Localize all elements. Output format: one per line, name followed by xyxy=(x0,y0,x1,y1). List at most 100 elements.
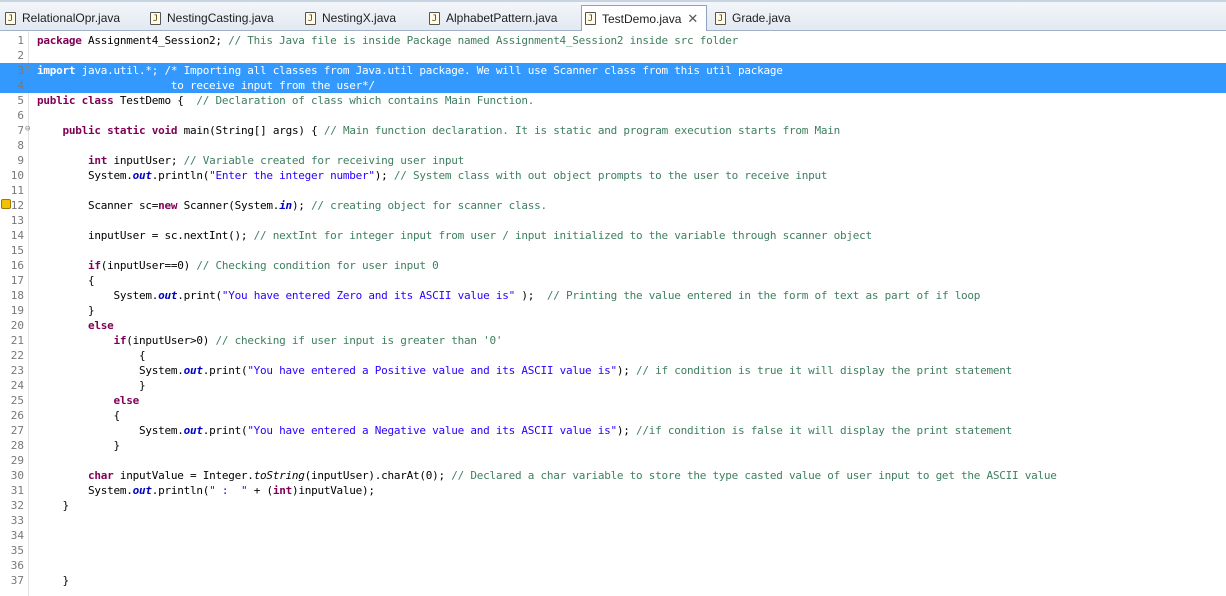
tab-label: NestingCasting.java xyxy=(167,11,274,25)
code-line[interactable]: 30 char inputValue = Integer.toString(in… xyxy=(0,468,1226,483)
code-token: } xyxy=(37,439,120,452)
code-token: out xyxy=(158,289,178,302)
close-tab-icon[interactable]: ✕ xyxy=(687,11,698,27)
code-line[interactable]: 26 { xyxy=(0,408,1226,423)
code-text: System.out.print("You have entered a Pos… xyxy=(37,363,1012,378)
code-line[interactable]: 21 if(inputUser>0) // checking if user i… xyxy=(0,333,1226,348)
code-line[interactable]: 22 { xyxy=(0,348,1226,363)
code-line[interactable]: 29 xyxy=(0,453,1226,468)
code-line[interactable]: 20 else xyxy=(0,318,1226,333)
code-line[interactable]: 32 } xyxy=(0,498,1226,513)
code-line[interactable]: 25 else xyxy=(0,393,1226,408)
code-token: // checking if user input is greater tha… xyxy=(215,334,503,347)
code-line[interactable]: 4 to receive input from the user*/ xyxy=(0,78,1226,93)
code-token: } xyxy=(37,379,146,392)
code-editor[interactable]: 1 package Assignment4_Session2; // This J… xyxy=(0,31,1226,596)
code-token: char xyxy=(87,469,114,482)
code-line[interactable]: 13 xyxy=(0,213,1226,228)
tab-relationalopr-java[interactable]: J RelationalOpr.java xyxy=(2,6,140,30)
code-line[interactable]: 2 xyxy=(0,48,1226,63)
code-text: if(inputUser>0) // checking if user inpu… xyxy=(37,333,502,348)
warning-icon[interactable] xyxy=(1,199,11,209)
code-line[interactable]: 1 package Assignment4_Session2; // This J… xyxy=(0,33,1226,48)
tab-nestingcasting-java[interactable]: J NestingCasting.java xyxy=(147,6,297,30)
code-token: // if condition is true it will display … xyxy=(636,364,1013,377)
code-line[interactable]: 16 if(inputUser==0) // Checking conditio… xyxy=(0,258,1226,273)
code-text: public static void main(String[] args) {… xyxy=(37,123,841,138)
tab-label: RelationalOpr.java xyxy=(22,11,121,25)
editor-tab-bar: J RelationalOpr.java J NestingCasting.java J… xyxy=(0,0,1226,31)
line-number: 27 xyxy=(10,424,24,437)
code-line[interactable]: 27 System.out.print("You have entered a … xyxy=(0,423,1226,438)
code-line[interactable]: 19 } xyxy=(0,303,1226,318)
fold-toggle-icon[interactable]: ⊖ xyxy=(25,125,34,134)
code-token: // Printing the value entered in the for… xyxy=(546,289,981,302)
code-line[interactable]: 34 xyxy=(0,528,1226,543)
tab-grade-java[interactable]: J Grade.java xyxy=(712,6,792,30)
code-token: ); xyxy=(616,424,637,437)
code-line[interactable]: 7 ⊖ public static void main(String[] args… xyxy=(0,123,1226,138)
line-number: 5 xyxy=(17,94,24,107)
code-line[interactable]: 11 xyxy=(0,183,1226,198)
code-token: Scanner sc= xyxy=(37,199,159,212)
code-line[interactable]: 28 } xyxy=(0,438,1226,453)
java-file-icon: J xyxy=(5,11,16,25)
code-line[interactable]: 31 System.out.println(" : " + (int)input… xyxy=(0,483,1226,498)
code-token: ); xyxy=(616,364,637,377)
line-number: 32 xyxy=(10,499,24,512)
code-token: System. xyxy=(37,484,133,497)
code-line[interactable]: 24 } xyxy=(0,378,1226,393)
line-number: 22 xyxy=(10,349,24,362)
line-number: 10 xyxy=(10,169,24,182)
code-line[interactable]: 9 int inputUser; // Variable created for… xyxy=(0,153,1226,168)
fold-toggle-icon[interactable]: ⊖ xyxy=(25,65,34,74)
code-line[interactable]: 37 } xyxy=(0,573,1226,588)
code-line[interactable]: 14 inputUser = sc.nextInt(); // nextInt … xyxy=(0,228,1226,243)
tab-bar-top-border xyxy=(0,0,1226,2)
code-token: TestDemo { xyxy=(113,94,197,107)
tab-nestingx-java[interactable]: J NestingX.java xyxy=(302,6,420,30)
code-line[interactable]: 18 System.out.print("You have entered Ze… xyxy=(0,288,1226,303)
code-token: .print( xyxy=(202,364,248,377)
line-number: 19 xyxy=(10,304,24,317)
code-token: "Enter the integer number" xyxy=(209,169,375,182)
tab-testdemo-java[interactable]: J TestDemo.java ✕ xyxy=(581,5,707,31)
code-line[interactable]: 33 xyxy=(0,513,1226,528)
code-token: // Variable created for receiving user i… xyxy=(183,154,465,167)
code-token: (inputUser==0) xyxy=(100,259,197,272)
code-text: { xyxy=(37,273,95,288)
code-line[interactable]: 15 xyxy=(0,243,1226,258)
code-token: ); xyxy=(514,289,547,302)
code-line[interactable]: 12 Scanner sc=new Scanner(System.in); //… xyxy=(0,198,1226,213)
line-number: 2 xyxy=(17,49,24,62)
code-line[interactable]: 23 System.out.print("You have entered a … xyxy=(0,363,1226,378)
line-number: 35 xyxy=(10,544,24,557)
code-token: else xyxy=(113,394,139,407)
code-line[interactable]: 10 System.out.println("Enter the integer… xyxy=(0,168,1226,183)
code-line[interactable]: 35 xyxy=(0,543,1226,558)
code-token: new xyxy=(158,199,178,212)
code-token: out xyxy=(132,169,152,182)
code-token: java.util.*; xyxy=(75,64,165,77)
code-line[interactable]: 36 xyxy=(0,558,1226,573)
line-number: 3 xyxy=(17,64,24,77)
code-line[interactable]: 17 { xyxy=(0,273,1226,288)
code-token: )inputValue); xyxy=(291,484,375,497)
code-token: inputUser = sc.nextInt(); xyxy=(37,229,254,242)
code-token: void xyxy=(151,124,178,137)
code-line[interactable]: 5 public class TestDemo { // Declaration … xyxy=(0,93,1226,108)
code-line[interactable]: 6 xyxy=(0,108,1226,123)
code-token: (inputUser>0) xyxy=(126,334,216,347)
tab-label: AlphabetPattern.java xyxy=(446,11,558,25)
code-token: System. xyxy=(37,424,184,437)
code-line[interactable]: 3 ⊖ import java.util.*; /* Importing all c… xyxy=(0,63,1226,78)
code-text: } xyxy=(37,498,69,513)
line-number: 6 xyxy=(17,109,24,122)
code-line[interactable]: 8 xyxy=(0,138,1226,153)
code-token: } xyxy=(37,304,95,317)
code-token: out xyxy=(183,364,203,377)
tab-alphabetpattern-java[interactable]: J AlphabetPattern.java xyxy=(426,6,576,30)
